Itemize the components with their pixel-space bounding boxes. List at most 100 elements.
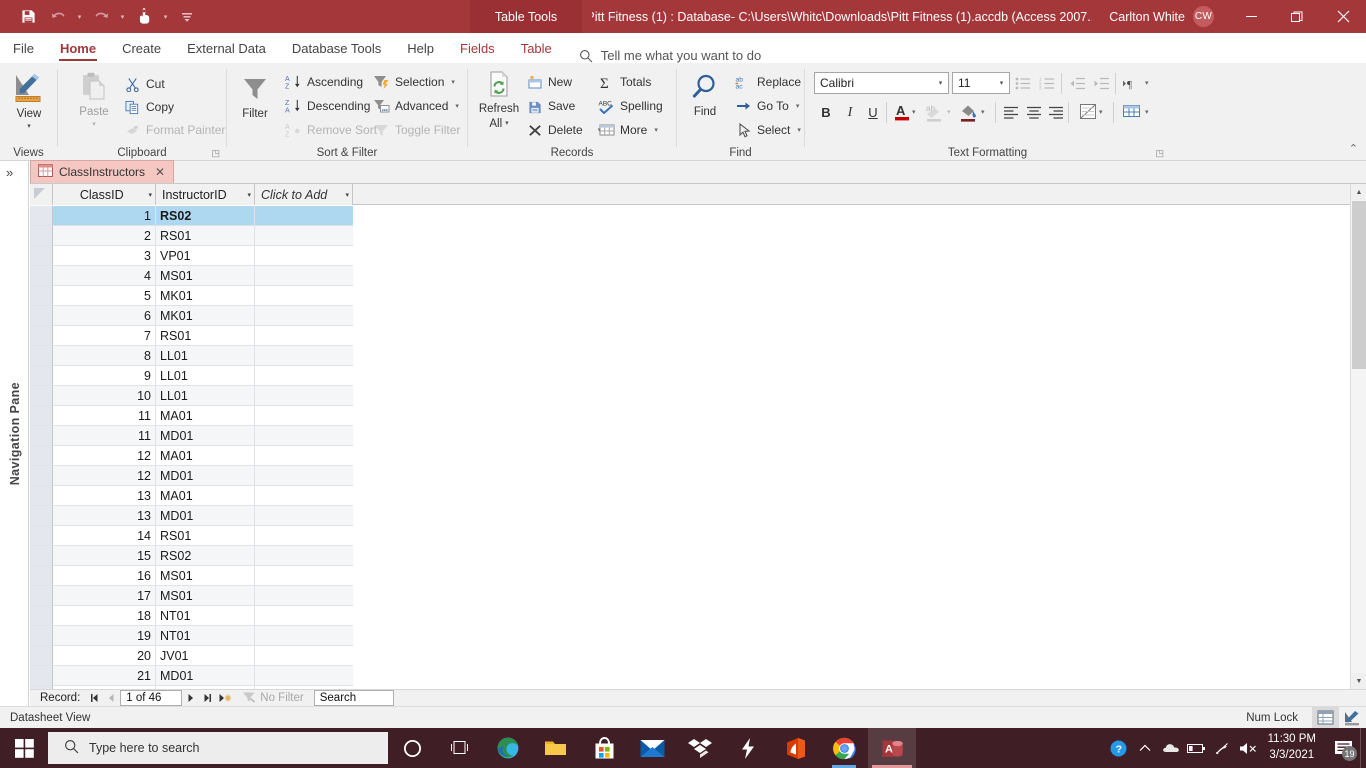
cell-instructorid[interactable]: MS01 <box>156 266 255 286</box>
row-selector[interactable] <box>30 646 53 666</box>
cell-instructorid[interactable]: RS01 <box>156 326 255 346</box>
mail-icon[interactable] <box>628 728 676 768</box>
cell-classid[interactable]: 20 <box>53 646 156 666</box>
access-icon[interactable]: A <box>868 728 916 768</box>
decrease-indent-button[interactable] <box>1065 72 1089 95</box>
select-caret-icon[interactable]: ▾ <box>797 126 801 134</box>
lightning-icon[interactable] <box>724 728 772 768</box>
chrome-icon[interactable] <box>820 728 868 768</box>
undo-icon[interactable] <box>44 4 72 30</box>
column-header-classid[interactable]: ClassID ▾ <box>53 184 156 205</box>
cell-classid[interactable]: 16 <box>53 566 156 586</box>
table-row[interactable]: 1 RS02 <box>30 206 1366 226</box>
cell-click-to-add[interactable] <box>255 246 353 266</box>
bold-button[interactable]: B <box>814 101 838 124</box>
table-row[interactable]: 16 MS01 <box>30 566 1366 586</box>
cell-classid[interactable]: 12 <box>53 446 156 466</box>
dropbox-icon[interactable] <box>676 728 724 768</box>
store-icon[interactable] <box>580 728 628 768</box>
gridlines-caret-icon[interactable]: ▾ <box>1145 108 1149 116</box>
cell-instructorid[interactable]: RS02 <box>156 206 255 226</box>
cell-instructorid[interactable]: MA01 <box>156 486 255 506</box>
row-selector[interactable] <box>30 246 53 266</box>
text-direction-caret-icon[interactable]: ▾ <box>1145 79 1149 87</box>
table-row[interactable]: 17 MS01 <box>30 586 1366 606</box>
row-selector[interactable] <box>30 506 53 526</box>
row-selector[interactable] <box>30 386 53 406</box>
chevron-down-icon[interactable]: ▾ <box>243 191 251 199</box>
cell-instructorid[interactable]: MS01 <box>156 566 255 586</box>
cell-click-to-add[interactable] <box>255 346 353 366</box>
cell-instructorid[interactable]: RS01 <box>156 226 255 246</box>
spelling-button[interactable]: ABC Spelling <box>598 95 663 117</box>
tab-external-data[interactable]: External Data <box>174 33 279 63</box>
text-direction-button[interactable]: ¶ <box>1118 72 1142 95</box>
cell-click-to-add[interactable] <box>255 366 353 386</box>
align-right-button[interactable] <box>1044 101 1068 124</box>
italic-button[interactable]: I <box>838 101 862 124</box>
selection-caret-icon[interactable]: ▾ <box>451 78 455 86</box>
cell-click-to-add[interactable] <box>255 526 353 546</box>
bulleted-list-button[interactable] <box>1011 72 1035 95</box>
cell-click-to-add[interactable] <box>255 586 353 606</box>
text-highlight-button[interactable]: ab <box>923 100 947 123</box>
table-row[interactable]: 21 MD01 <box>30 666 1366 686</box>
save-record-button[interactable]: Save <box>526 95 575 117</box>
cell-instructorid[interactable]: NT01 <box>156 606 255 626</box>
cell-classid[interactable]: 19 <box>53 626 156 646</box>
cell-click-to-add[interactable] <box>255 666 353 686</box>
cell-classid[interactable]: 5 <box>53 286 156 306</box>
scrollbar-thumb[interactable] <box>1352 201 1366 369</box>
refresh-all-caret-icon[interactable]: ▾ <box>505 120 509 127</box>
first-record-button[interactable] <box>86 690 103 706</box>
cloud-icon[interactable] <box>1158 728 1184 768</box>
table-row[interactable]: 19 NT01 <box>30 626 1366 646</box>
customize-qat-icon[interactable] <box>173 4 201 30</box>
row-selector[interactable] <box>30 286 53 306</box>
column-header-instructorid[interactable]: InstructorID ▾ <box>156 184 255 205</box>
datasheet-grid[interactable]: ClassID ▾ InstructorID ▾ Click to Add ▾ … <box>30 184 1366 689</box>
cell-classid[interactable]: 3 <box>53 246 156 266</box>
select-all-corner[interactable] <box>30 184 53 205</box>
ascending-button[interactable]: AZ Ascending <box>285 71 363 93</box>
row-selector[interactable] <box>30 566 53 586</box>
table-row[interactable]: 7 RS01 <box>30 326 1366 346</box>
save-icon[interactable] <box>14 4 42 30</box>
row-selector[interactable] <box>30 446 53 466</box>
row-selector[interactable] <box>30 206 53 226</box>
more-button[interactable]: More ▾ <box>598 119 658 141</box>
row-selector[interactable] <box>30 266 53 286</box>
copy-button[interactable]: Copy <box>124 96 174 118</box>
advanced-caret-icon[interactable]: ▾ <box>455 102 459 110</box>
row-selector[interactable] <box>30 226 53 246</box>
cell-instructorid[interactable]: NT01 <box>156 626 255 646</box>
row-selector[interactable] <box>30 486 53 506</box>
touch-mode-icon[interactable] <box>130 4 158 30</box>
row-selector[interactable] <box>30 346 53 366</box>
datasheet-view-icon[interactable] <box>1312 706 1339 729</box>
cell-classid[interactable]: 12 <box>53 466 156 486</box>
table-row[interactable]: 2 RS01 <box>30 226 1366 246</box>
cell-click-to-add[interactable] <box>255 306 353 326</box>
totals-button[interactable]: Σ Totals <box>598 71 651 93</box>
cell-instructorid[interactable]: LL01 <box>156 386 255 406</box>
tab-create[interactable]: Create <box>109 33 174 63</box>
chevron-down-icon[interactable]: ▾ <box>144 191 152 199</box>
table-row[interactable]: 15 RS02 <box>30 546 1366 566</box>
close-icon[interactable]: ✕ <box>155 165 165 179</box>
cell-click-to-add[interactable] <box>255 486 353 506</box>
row-selector[interactable] <box>30 306 53 326</box>
cell-instructorid[interactable]: RS02 <box>156 546 255 566</box>
table-row[interactable]: 11 MD01 <box>30 426 1366 446</box>
cell-classid[interactable]: 1 <box>53 206 156 226</box>
start-icon[interactable] <box>0 728 48 768</box>
cell-classid[interactable]: 15 <box>53 546 156 566</box>
cell-instructorid[interactable]: MK01 <box>156 306 255 326</box>
tab-table[interactable]: Table <box>508 33 565 63</box>
table-row[interactable]: 14 RS01 <box>30 526 1366 546</box>
cell-instructorid[interactable]: MD01 <box>156 506 255 526</box>
numbered-list-button[interactable]: 123 <box>1035 72 1059 95</box>
cell-classid[interactable]: 13 <box>53 506 156 526</box>
paste-dropdown-caret-icon[interactable]: ▾ <box>92 121 96 128</box>
gridlines-button[interactable] <box>1120 100 1144 123</box>
